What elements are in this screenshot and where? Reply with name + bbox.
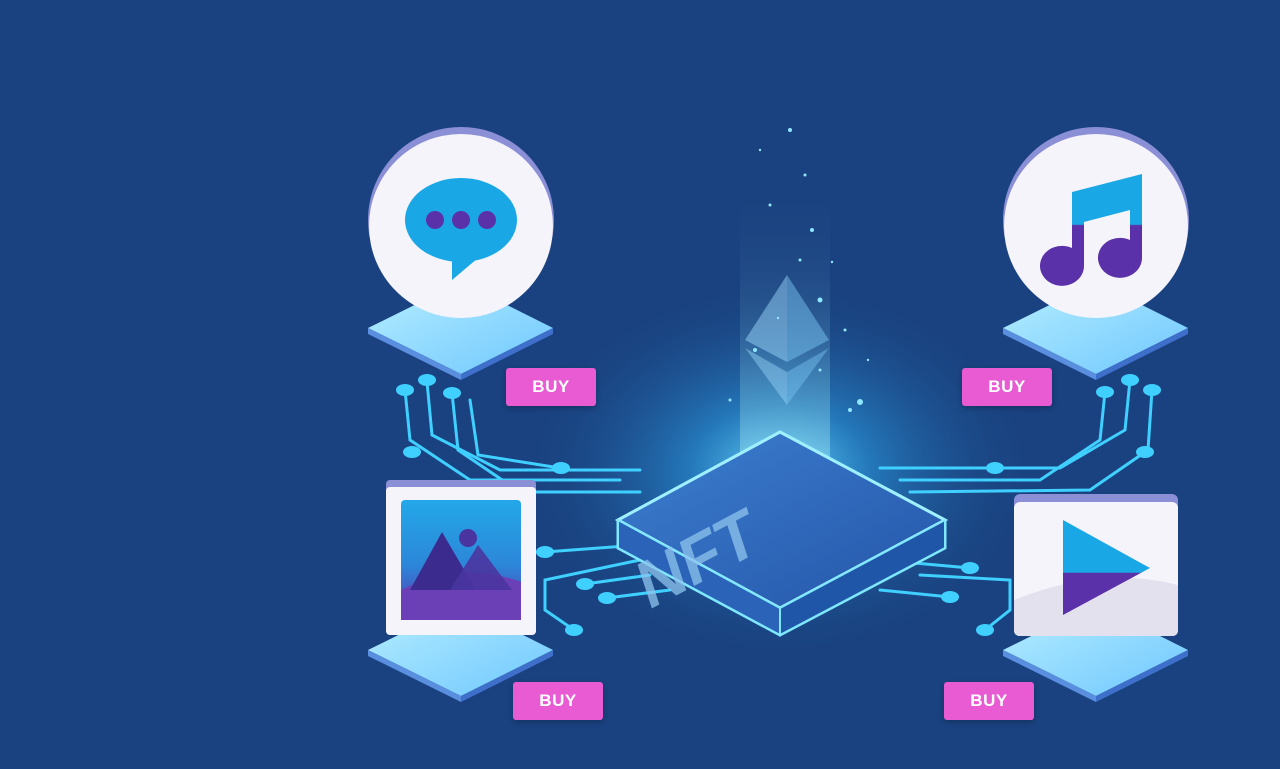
buy-button-image[interactable]: BUY — [513, 682, 603, 720]
video-card — [1014, 494, 1178, 636]
image-icon — [401, 500, 521, 620]
buy-button-chat[interactable]: BUY — [506, 368, 596, 406]
buy-button-video[interactable]: BUY — [944, 682, 1034, 720]
chat-card — [368, 127, 554, 318]
buy-button-music[interactable]: BUY — [962, 368, 1052, 406]
image-card — [386, 480, 536, 635]
nft-marketplace-illustration: NFT — [368, 127, 1189, 702]
music-card — [1003, 127, 1189, 318]
